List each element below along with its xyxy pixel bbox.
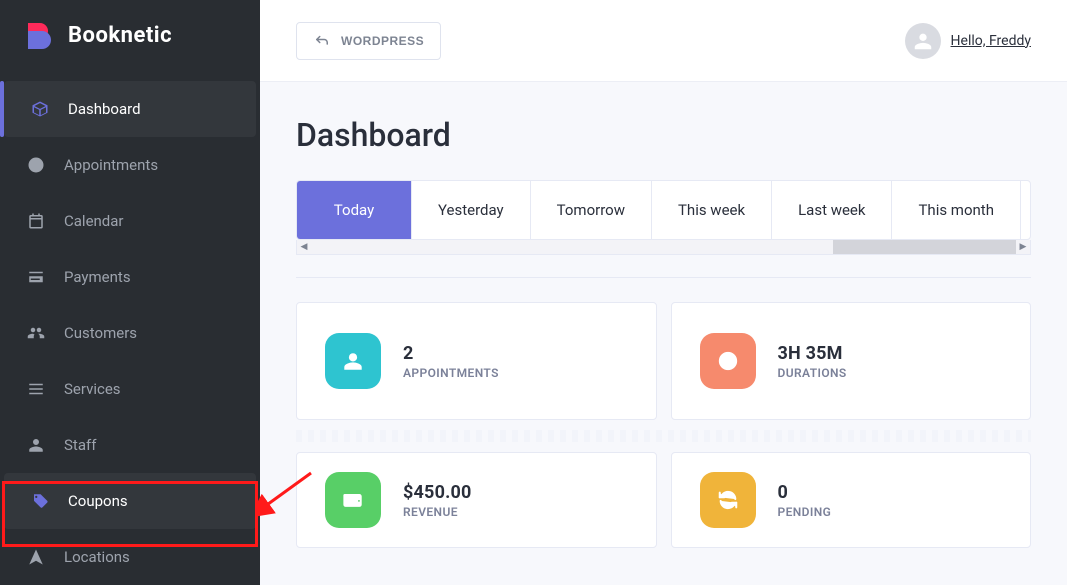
scroll-right-icon[interactable]: ▶	[1016, 240, 1030, 254]
divider	[296, 277, 1031, 278]
back-button-label: WORDPRESS	[341, 34, 424, 48]
content: Dashboard Today Yesterday Tomorrow This …	[260, 82, 1067, 548]
wallet-icon	[26, 267, 46, 287]
sidebar-item-coupons[interactable]: Coupons	[4, 473, 256, 529]
sidebar-nav: Dashboard Appointments Calendar Payments	[0, 71, 260, 585]
page-title: Dashboard	[296, 116, 1031, 154]
sidebar-item-label: Coupons	[68, 492, 128, 510]
back-to-wordpress-button[interactable]: WORDPRESS	[296, 22, 441, 60]
scroll-thumb[interactable]	[311, 240, 833, 254]
tag-icon	[30, 491, 50, 511]
sidebar: Booknetic Dashboard Appointments Calenda…	[0, 0, 260, 585]
stat-card-pending: 0 PENDING	[671, 452, 1032, 548]
refresh-icon	[700, 472, 756, 528]
stat-label: DURATIONS	[778, 366, 847, 380]
sidebar-item-label: Payments	[64, 268, 131, 286]
sidebar-item-calendar[interactable]: Calendar	[0, 193, 260, 249]
topbar: WORDPRESS Hello, Freddy	[260, 0, 1067, 82]
stat-card-durations: 3H 35M DURATIONS	[671, 302, 1032, 420]
clock-icon	[26, 155, 46, 175]
cube-icon	[30, 99, 50, 119]
stat-label: REVENUE	[403, 505, 472, 519]
stat-value: 3H 35M	[778, 343, 847, 364]
stat-card-appointments: 2 APPOINTMENTS	[296, 302, 657, 420]
sidebar-item-dashboard[interactable]: Dashboard	[4, 81, 256, 137]
wallet-icon	[325, 472, 381, 528]
brand-logo-icon	[24, 21, 54, 51]
tab-yesterday[interactable]: Yesterday	[412, 181, 531, 239]
stat-label: PENDING	[778, 505, 832, 519]
sidebar-item-label: Staff	[64, 436, 96, 454]
date-range-tabs: Today Yesterday Tomorrow This week Last …	[296, 180, 1031, 255]
tabs-scrollbar[interactable]: ◀ ▶	[296, 240, 1031, 255]
clock-icon	[700, 333, 756, 389]
sidebar-item-label: Services	[64, 380, 121, 398]
sidebar-item-label: Calendar	[64, 212, 124, 230]
sidebar-item-label: Appointments	[64, 156, 158, 174]
brand-name: Booknetic	[68, 23, 172, 48]
scroll-left-icon[interactable]: ◀	[297, 240, 311, 254]
sidebar-item-appointments[interactable]: Appointments	[0, 137, 260, 193]
sidebar-item-staff[interactable]: Staff	[0, 417, 260, 473]
brand: Booknetic	[0, 0, 260, 71]
tab-today[interactable]: Today	[297, 181, 412, 239]
sidebar-item-label: Dashboard	[68, 100, 141, 118]
main: WORDPRESS Hello, Freddy Dashboard Today …	[260, 0, 1067, 585]
tab-tomorrow[interactable]: Tomorrow	[531, 181, 652, 239]
back-arrow-icon	[313, 32, 331, 50]
stat-value: 0	[778, 482, 832, 503]
calendar-icon	[26, 211, 46, 231]
users-icon	[26, 323, 46, 343]
stat-label: APPOINTMENTS	[403, 366, 499, 380]
person-icon	[325, 333, 381, 389]
scroll-track[interactable]	[311, 240, 1016, 254]
tab-last-week[interactable]: Last week	[772, 181, 892, 239]
stat-value: $450.00	[403, 482, 472, 503]
stat-card-revenue: $450.00 REVENUE	[296, 452, 657, 548]
sidebar-item-services[interactable]: Services	[0, 361, 260, 417]
tab-this-month[interactable]: This month	[892, 181, 1020, 239]
sidebar-item-label: Locations	[64, 548, 130, 566]
avatar	[905, 23, 941, 59]
sidebar-item-customers[interactable]: Customers	[0, 305, 260, 361]
tab-more[interactable]: Th	[1021, 181, 1031, 239]
person-icon	[26, 435, 46, 455]
list-icon	[26, 379, 46, 399]
stat-cards-row-1: 2 APPOINTMENTS 3H 35M DURATIONS	[296, 302, 1031, 420]
stat-value: 2	[403, 343, 499, 364]
user-area[interactable]: Hello, Freddy	[905, 23, 1031, 59]
dashed-divider	[296, 430, 1031, 442]
sidebar-item-locations[interactable]: Locations	[0, 529, 260, 585]
location-icon	[26, 547, 46, 567]
tab-this-week[interactable]: This week	[652, 181, 772, 239]
sidebar-item-label: Customers	[64, 324, 137, 342]
user-greeting-link[interactable]: Hello, Freddy	[951, 33, 1031, 49]
sidebar-item-payments[interactable]: Payments	[0, 249, 260, 305]
stat-cards-row-2: $450.00 REVENUE 0 PENDING	[296, 452, 1031, 548]
